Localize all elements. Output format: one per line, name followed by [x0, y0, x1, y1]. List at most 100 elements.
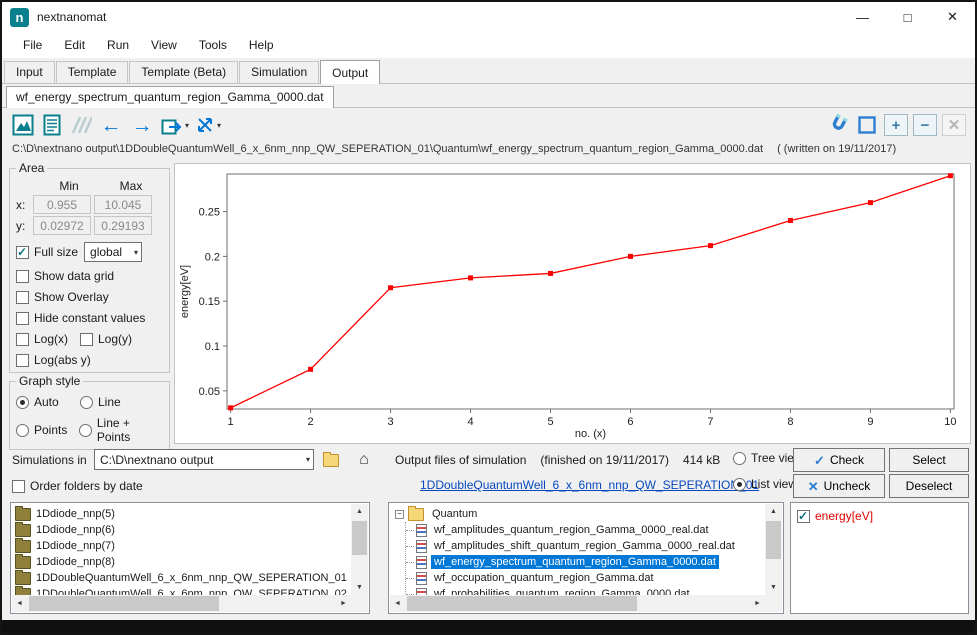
zoom-reset-icon[interactable]: ✕ [942, 114, 966, 136]
scroll-right-icon[interactable]: ► [336, 595, 351, 612]
log-y-label: Log(y) [98, 332, 132, 346]
folder-item[interactable]: 1DDoubleQuantumWell_6_x_6nm_nnp_QW_SEPER… [15, 570, 365, 586]
horizontal-scrollbar[interactable]: ◄ ► [12, 595, 351, 612]
text-view-icon[interactable] [40, 112, 64, 138]
list-view-radio[interactable]: List view [733, 477, 797, 491]
zoom-window-icon[interactable] [855, 112, 879, 138]
scope-select[interactable]: global ▾ [84, 242, 142, 262]
maximize-button[interactable]: □ [885, 2, 930, 32]
scroll-left-icon[interactable]: ◄ [390, 595, 405, 612]
show-data-grid-checkbox[interactable]: Show data grid [16, 269, 114, 283]
back-icon[interactable]: ← [98, 112, 124, 138]
check-button[interactable]: ✓ Check [793, 448, 885, 472]
graph-style-auto-radio[interactable]: Auto [16, 395, 80, 409]
vertical-scrollbar[interactable]: ▲ ▼ [765, 504, 782, 595]
export-caret-icon[interactable]: ▾ [185, 121, 189, 130]
home-button[interactable]: ⌂ [351, 449, 377, 471]
file-item[interactable]: wf_amplitudes_shift_quantum_region_Gamma… [406, 538, 783, 554]
combo-caret-icon: ▾ [134, 248, 138, 257]
vertical-scrollbar[interactable]: ▲ ▼ [351, 504, 368, 595]
graph-style-points-radio[interactable]: Points [16, 423, 79, 437]
scroll-down-icon[interactable]: ▼ [351, 580, 368, 595]
close-button[interactable]: ✕ [930, 2, 975, 32]
scrollbar-thumb[interactable] [766, 521, 781, 559]
log-abs-y-checkbox[interactable]: Log(abs y) [16, 353, 91, 367]
y-min-input[interactable] [33, 216, 91, 235]
full-size-checkbox[interactable]: Full size [16, 245, 78, 259]
magnet-icon[interactable] [826, 112, 850, 138]
log-x-checkbox[interactable]: Log(x) [16, 332, 80, 346]
chart-area[interactable]: 123456789100.050.10.150.20.25no. (x)ener… [174, 163, 971, 444]
data-file-icon [416, 572, 427, 585]
y-max-input[interactable] [94, 216, 152, 235]
order-folders-checkbox[interactable]: Order folders by date [12, 479, 143, 493]
scroll-up-icon[interactable]: ▲ [351, 504, 368, 519]
menu-help[interactable]: Help [238, 32, 285, 58]
log-y-checkbox[interactable]: Log(y) [80, 332, 132, 346]
checkbox-box [16, 270, 29, 283]
folder-item[interactable]: 1Ddiode_nnp(7) [15, 538, 365, 554]
simulation-link[interactable]: 1DDoubleQuantumWell_6_x_6nm_nnp_QW_SEPER… [420, 478, 759, 492]
folder-item[interactable]: 1Ddiode_nnp(8) [15, 554, 365, 570]
menu-file[interactable]: File [12, 32, 53, 58]
checkbox-box [16, 291, 29, 304]
menu-run[interactable]: Run [96, 32, 140, 58]
tab-open-file[interactable]: wf_energy_spectrum_quantum_region_Gamma_… [6, 86, 334, 108]
horizontal-scrollbar[interactable]: ◄ ► [390, 595, 765, 612]
checkbox-box [16, 333, 29, 346]
scroll-left-icon[interactable]: ◄ [12, 595, 27, 612]
tab-output[interactable]: Output [320, 60, 380, 84]
file-path: C:\D\nextnano output\1DDoubleQuantumWell… [12, 143, 763, 161]
uncheck-button[interactable]: ✕ Uncheck [793, 474, 885, 498]
menu-edit[interactable]: Edit [53, 32, 96, 58]
menu-tools[interactable]: Tools [188, 32, 238, 58]
tab-template-beta[interactable]: Template (Beta) [129, 61, 238, 83]
scrollbar-thumb[interactable] [407, 596, 637, 611]
scrollbar-thumb[interactable] [29, 596, 219, 611]
export-icon[interactable]: ▾ [160, 112, 189, 138]
folder-item[interactable]: 1Ddiode_nnp(6) [15, 522, 365, 538]
menu-view[interactable]: View [140, 32, 188, 58]
waterfall-icon[interactable] [69, 112, 93, 138]
file-item[interactable]: wf_energy_spectrum_quantum_region_Gamma_… [406, 554, 783, 570]
y-range-row: y: [16, 216, 165, 235]
graph-style-line-points-radio[interactable]: Line + Points [79, 416, 165, 444]
scroll-up-icon[interactable]: ▲ [765, 504, 782, 519]
radio-circle [16, 396, 29, 409]
tab-input[interactable]: Input [4, 61, 55, 83]
forward-icon[interactable]: → [129, 112, 155, 138]
folder-item[interactable]: 1Ddiode_nnp(5) [15, 506, 365, 522]
scroll-down-icon[interactable]: ▼ [765, 580, 782, 595]
legend-energy-checkbox[interactable]: energy[eV] [797, 509, 962, 523]
fit-zoom-caret-icon[interactable]: ▾ [217, 121, 221, 130]
menubar: File Edit Run View Tools Help [2, 32, 975, 58]
scrollbar-thumb[interactable] [352, 521, 367, 555]
show-overlay-checkbox[interactable]: Show Overlay [16, 290, 109, 304]
minimize-button[interactable]: — [840, 2, 885, 32]
graph-style-line-radio[interactable]: Line [80, 395, 121, 409]
folder-name: 1Ddiode_nnp(8) [36, 556, 115, 568]
tab-template[interactable]: Template [56, 61, 129, 83]
file-item[interactable]: wf_occupation_quantum_region_Gamma.dat [406, 570, 783, 586]
plot-controls-panel: Area Min Max x: y: [2, 161, 172, 446]
tab-simulation[interactable]: Simulation [239, 61, 319, 83]
tree-folder-row[interactable]: − Quantum [395, 506, 783, 522]
fit-zoom-icon[interactable]: ▾ [194, 112, 221, 138]
zoom-in-icon[interactable]: + [884, 114, 908, 136]
collapse-icon[interactable]: − [395, 510, 404, 519]
simulations-path-select[interactable]: C:\D\nextnano output ▾ [94, 449, 314, 470]
output-file-tree[interactable]: − Quantum wf_amplitudes_quantum_region_G… [388, 502, 784, 614]
x-max-input[interactable] [94, 195, 152, 214]
x-min-input[interactable] [33, 195, 91, 214]
browse-folder-button[interactable] [320, 449, 346, 471]
zoom-out-icon[interactable]: − [913, 114, 937, 136]
simulation-folder-list[interactable]: 1Ddiode_nnp(5) 1Ddiode_nnp(6) 1Ddiode_nn… [10, 502, 370, 614]
plot-view-icon[interactable] [11, 112, 35, 138]
full-size-label: Full size [34, 245, 78, 259]
select-button[interactable]: Select [889, 448, 969, 472]
hide-constant-values-checkbox[interactable]: Hide constant values [16, 311, 145, 325]
data-file-icon [416, 540, 427, 553]
file-item[interactable]: wf_amplitudes_quantum_region_Gamma_0000_… [406, 522, 783, 538]
deselect-button[interactable]: Deselect [889, 474, 969, 498]
scroll-right-icon[interactable]: ► [750, 595, 765, 612]
